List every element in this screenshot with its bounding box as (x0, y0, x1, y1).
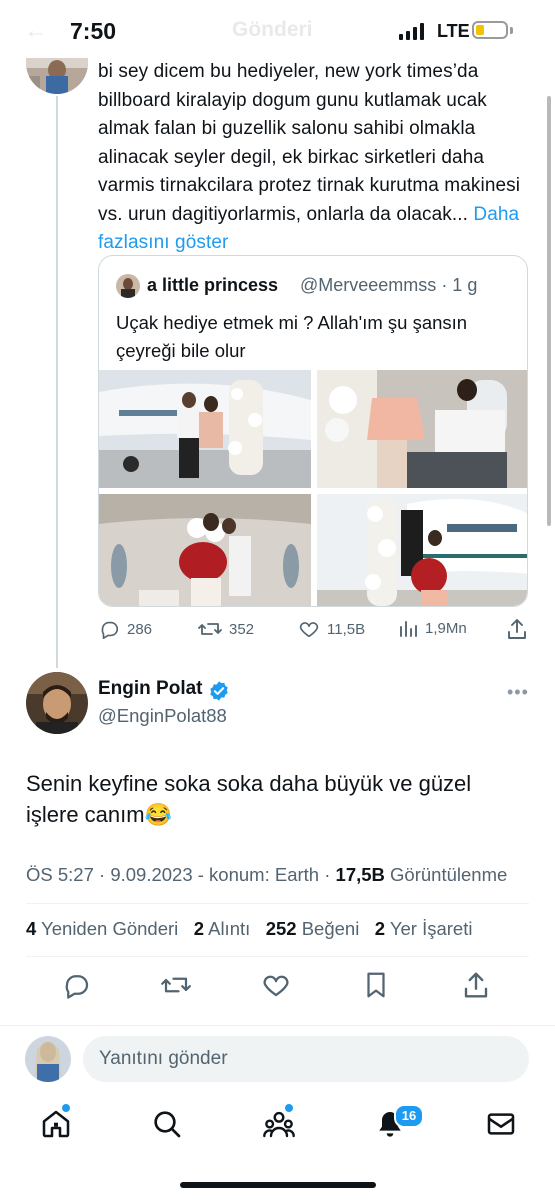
tweet-text: Senin keyfine soka soka daha büyük ve gü… (26, 771, 472, 827)
tweet-timestamp: ÖS 5:27 · 9.09.2023 - konum: Earth · (26, 864, 336, 885)
like-count: 11,5B (327, 620, 366, 638)
quotes-stat[interactable]: 2 Alıntı (194, 918, 251, 939)
back-arrow-icon[interactable]: ← (24, 17, 48, 45)
author-name[interactable]: Engin Polat (98, 678, 203, 700)
views-label: Görüntülenme (384, 864, 508, 885)
repost-button[interactable]: 352 (198, 618, 254, 640)
home-indicator[interactable] (180, 1182, 376, 1188)
avatar[interactable] (25, 1036, 71, 1082)
reply-input[interactable]: Yanıtını gönder (83, 1036, 529, 1082)
status-bar: ← Gönderi 7:50 LTE (0, 0, 555, 66)
previous-tweet-body: bi sey dicem bu hediyeler, new york time… (98, 61, 521, 225)
battery-icon (472, 21, 508, 39)
quoted-tweet-text: Uçak hediye etmek mi ? Allah'ım şu şansı… (116, 312, 468, 361)
analytics-icon (400, 621, 417, 637)
avatar[interactable] (26, 672, 88, 734)
share-icon (508, 619, 526, 639)
heart-icon (299, 622, 319, 638)
divider (0, 1025, 555, 1026)
tweet-meta: ÖS 5:27 · 9.09.2023 - konum: Earth · 17,… (26, 864, 507, 886)
quoted-image[interactable] (99, 494, 311, 606)
home-notification-dot (62, 1104, 70, 1112)
quoted-tweet[interactable]: a little princess @Merveeemmss · 1 g Uça… (98, 255, 528, 607)
home-icon[interactable] (40, 1108, 72, 1140)
page-header-title: Gönderi (232, 18, 313, 41)
communities-icon[interactable] (263, 1108, 295, 1140)
previous-tweet-text: bi sey dicem bu hediyeler, new york time… (98, 58, 528, 258)
views-button[interactable]: 1,9Mn (398, 618, 467, 638)
quoted-image[interactable] (99, 370, 311, 488)
signal-icon (399, 22, 429, 40)
quoted-image[interactable] (317, 494, 527, 606)
reply-count: 286 (127, 620, 153, 638)
reposts-stat[interactable]: 4 Yeniden Gönderi (26, 918, 178, 939)
battery-cap (510, 27, 513, 34)
more-options-icon[interactable]: ••• (507, 682, 529, 703)
bookmark-icon[interactable] (361, 970, 391, 1000)
avatar[interactable] (26, 58, 88, 94)
quoted-author-handle: @Merveeemmss · 1 g (300, 275, 477, 296)
like-button[interactable]: 11,5B (298, 618, 365, 640)
avatar (116, 274, 140, 298)
reply-icon (101, 621, 119, 639)
likes-stat[interactable]: 252 Beğeni (266, 918, 360, 939)
reply-icon[interactable] (62, 970, 92, 1000)
repost-icon[interactable] (161, 970, 191, 1000)
scrollbar[interactable] (547, 96, 551, 526)
divider (26, 956, 529, 957)
engagement-stats: 4 Yeniden Gönderi 2 Alıntı 252 Beğeni 2 … (26, 918, 472, 940)
status-time: 7:50 (70, 18, 117, 44)
notification-badge: 16 (394, 1104, 424, 1128)
search-icon[interactable] (151, 1108, 183, 1140)
quoted-image[interactable] (317, 370, 527, 488)
thread-line (56, 96, 58, 668)
repost-count: 352 (229, 620, 255, 638)
network-label: LTE (437, 21, 470, 41)
divider (26, 903, 529, 904)
reply-button[interactable]: 286 (98, 618, 152, 640)
battery-level (476, 25, 484, 35)
quoted-handle: @Merveeemmss (300, 275, 437, 295)
views-value: 17,5B (335, 864, 385, 885)
quoted-author-name: a little princess (147, 275, 279, 295)
share-icon[interactable] (461, 970, 491, 1000)
mail-icon[interactable] (485, 1108, 517, 1140)
quoted-time: · 1 g (441, 275, 478, 295)
author-handle[interactable]: @EnginPolat88 (98, 705, 227, 727)
views-count: 1,9Mn (425, 619, 467, 637)
communities-notification-dot (285, 1104, 293, 1112)
heart-icon[interactable] (261, 970, 291, 1000)
repost-icon (198, 623, 222, 635)
bookmarks-stat[interactable]: 2 Yer İşareti (375, 918, 473, 939)
share-button[interactable] (507, 618, 527, 640)
verified-badge-icon (210, 681, 228, 701)
